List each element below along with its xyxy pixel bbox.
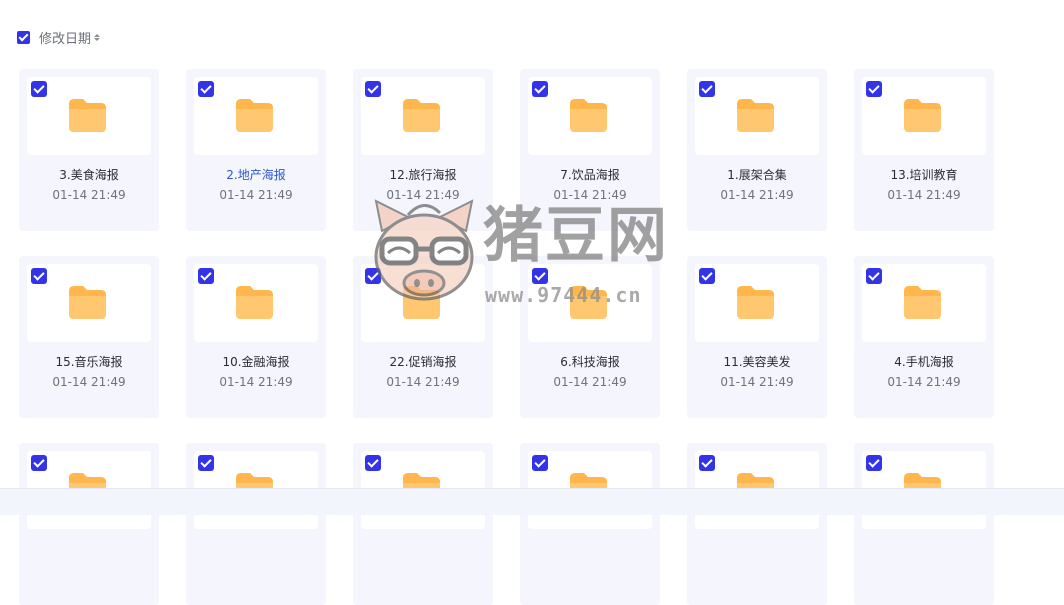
folder-icon (904, 286, 941, 319)
folder-name[interactable]: 2.地产海报 (186, 166, 326, 183)
folder-checkbox[interactable] (198, 81, 214, 97)
folder-checkbox[interactable] (866, 81, 882, 97)
folder-card[interactable] (353, 443, 493, 605)
folder-date: 01-14 21:49 (553, 375, 627, 389)
folder-date: 01-14 21:49 (219, 375, 293, 389)
sort-toggle-icon[interactable] (94, 33, 101, 41)
folder-name[interactable]: 13.培训教育 (854, 166, 994, 183)
folder-card[interactable] (520, 443, 660, 605)
folder-checkbox[interactable] (699, 455, 715, 471)
folder-checkbox[interactable] (31, 81, 47, 97)
folder-checkbox[interactable] (532, 81, 548, 97)
folder-icon (69, 99, 106, 132)
folder-icon (69, 286, 106, 319)
folder-date: 01-14 21:49 (52, 375, 126, 389)
folder-card[interactable]: 13.培训教育 01-14 21:49 (854, 69, 994, 231)
sort-bar: 修改日期 (17, 28, 101, 47)
folder-icon (570, 99, 607, 132)
folder-checkbox[interactable] (699, 81, 715, 97)
folder-checkbox[interactable] (31, 455, 47, 471)
folder-name[interactable]: 3.美食海报 (19, 166, 159, 183)
folder-name[interactable]: 15.音乐海报 (19, 353, 159, 370)
watermark: 猪豆网 www.97444.cn (368, 195, 698, 310)
folder-icon (236, 99, 273, 132)
folder-card[interactable]: 15.音乐海报 01-14 21:49 (19, 256, 159, 418)
folder-name[interactable]: 11.美容美发 (687, 353, 827, 370)
select-all-checkbox[interactable] (17, 30, 30, 44)
folder-checkbox[interactable] (699, 268, 715, 284)
folder-card[interactable] (854, 443, 994, 605)
folder-checkbox[interactable] (365, 455, 381, 471)
folder-icon (904, 99, 941, 132)
watermark-title: 猪豆网 (483, 201, 669, 271)
folder-date: 01-14 21:49 (219, 188, 293, 202)
folder-date: 01-14 21:49 (887, 188, 961, 202)
folder-checkbox[interactable] (198, 268, 214, 284)
watermark-url: www.97444.cn (485, 283, 642, 307)
folder-name[interactable]: 1.展架合集 (687, 166, 827, 183)
folder-icon (737, 99, 774, 132)
pig-logo-icon (374, 199, 474, 301)
folder-name[interactable]: 6.科技海报 (520, 353, 660, 370)
folder-card[interactable]: 11.美容美发 01-14 21:49 (687, 256, 827, 418)
folder-checkbox[interactable] (198, 455, 214, 471)
folder-checkbox[interactable] (866, 268, 882, 284)
folder-date: 01-14 21:49 (52, 188, 126, 202)
folder-card[interactable] (186, 443, 326, 605)
folder-icon (737, 286, 774, 319)
folder-card[interactable] (19, 443, 159, 605)
sort-label[interactable]: 修改日期 (39, 28, 91, 47)
folder-name[interactable]: 10.金融海报 (186, 353, 326, 370)
folder-name[interactable]: 12.旅行海报 (353, 166, 493, 183)
folder-checkbox[interactable] (31, 268, 47, 284)
folder-name[interactable]: 7.饮品海报 (520, 166, 660, 183)
folder-date: 01-14 21:49 (887, 375, 961, 389)
folder-card[interactable] (687, 443, 827, 605)
footer-bar (0, 488, 1064, 515)
folder-card[interactable]: 3.美食海报 01-14 21:49 (19, 69, 159, 231)
folder-date: 01-14 21:49 (386, 375, 460, 389)
folder-icon (236, 286, 273, 319)
folder-card[interactable]: 1.展架合集 01-14 21:49 (687, 69, 827, 231)
folder-date: 01-14 21:49 (720, 375, 794, 389)
folder-name[interactable]: 22.促销海报 (353, 353, 493, 370)
folder-card[interactable]: 4.手机海报 01-14 21:49 (854, 256, 994, 418)
folder-card[interactable]: 2.地产海报 01-14 21:49 (186, 69, 326, 231)
folder-date: 01-14 21:49 (720, 188, 794, 202)
folder-checkbox[interactable] (532, 455, 548, 471)
folder-checkbox[interactable] (866, 455, 882, 471)
folder-name[interactable]: 4.手机海报 (854, 353, 994, 370)
folder-card[interactable]: 10.金融海报 01-14 21:49 (186, 256, 326, 418)
folder-checkbox[interactable] (365, 81, 381, 97)
folder-icon (403, 99, 440, 132)
